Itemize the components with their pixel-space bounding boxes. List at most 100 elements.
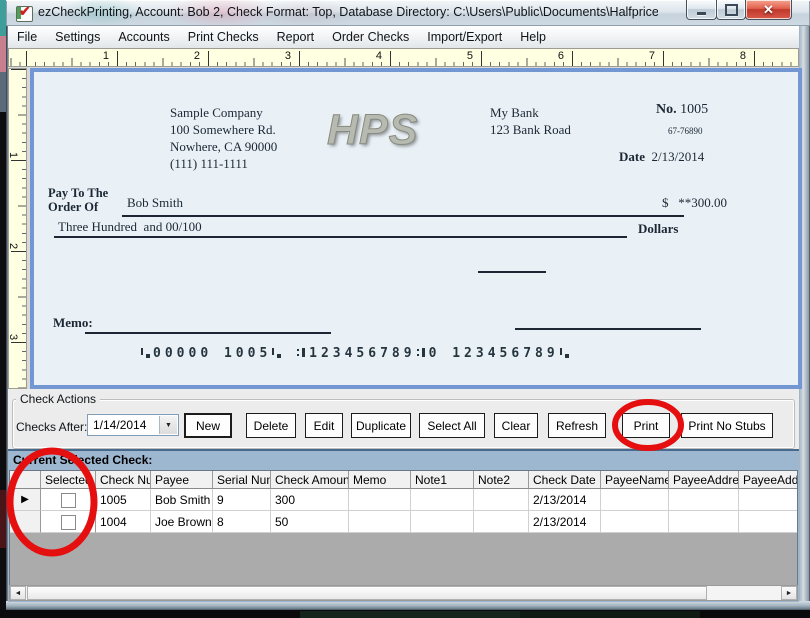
menu-order-checks[interactable]: Order Checks bbox=[323, 26, 418, 48]
maximize-button[interactable] bbox=[716, 0, 746, 20]
bank-block: My Bank 123 Bank Road bbox=[490, 104, 571, 138]
print-no-stubs-button[interactable]: Print No Stubs bbox=[681, 413, 773, 438]
ruler-number: 5 bbox=[459, 50, 473, 62]
checks-after-combobox[interactable]: 1/14/2014 ▼ bbox=[87, 414, 179, 436]
col-check-amount[interactable]: Check Amount bbox=[271, 471, 349, 489]
refresh-button[interactable]: Refresh bbox=[548, 413, 606, 438]
desktop-wallpaper-patch bbox=[520, 611, 700, 618]
menu-bar: File Settings Accounts Print Checks Repo… bbox=[8, 26, 799, 49]
col-memo[interactable]: Memo bbox=[349, 471, 411, 489]
scroll-left-button[interactable]: ◄ bbox=[10, 586, 26, 600]
cell-note1 bbox=[411, 489, 474, 511]
duplicate-button[interactable]: Duplicate bbox=[351, 413, 411, 438]
cell-note2 bbox=[474, 511, 529, 533]
cell-check-date: 2/13/2014 bbox=[529, 489, 601, 511]
check-number-block: No. 1005 bbox=[656, 101, 708, 118]
horizontal-ruler: 1 2 3 4 5 6 7 8 bbox=[8, 48, 799, 67]
cell-memo bbox=[349, 489, 411, 511]
table-row[interactable]: 1004 Joe Brown 8 50 2/13/2014 bbox=[10, 511, 798, 533]
row-selector[interactable] bbox=[10, 511, 41, 533]
ruler-number: 2 bbox=[7, 243, 19, 249]
scroll-right-button[interactable]: ► bbox=[781, 586, 797, 600]
edit-button[interactable]: Edit bbox=[305, 413, 343, 438]
desktop-wallpaper-patch bbox=[300, 611, 520, 618]
row-selector[interactable]: ▶ bbox=[10, 489, 41, 511]
cell-payee: Joe Brown bbox=[151, 511, 213, 533]
pay-to-label: Pay To The Order Of bbox=[48, 186, 108, 214]
combo-dropdown-button[interactable]: ▼ bbox=[159, 416, 177, 434]
cell-payee-name bbox=[601, 511, 669, 533]
cell-check-number: 1004 bbox=[96, 511, 151, 533]
stub-line bbox=[478, 271, 546, 273]
minimize-button[interactable] bbox=[686, 0, 717, 20]
delete-button[interactable]: Delete bbox=[246, 413, 296, 438]
menu-help[interactable]: Help bbox=[511, 26, 555, 48]
table-row[interactable]: ▶ 1005 Bob Smith 9 300 2/13/2014 bbox=[10, 489, 798, 511]
chevron-down-icon: ▼ bbox=[165, 422, 172, 429]
grid-header-row: Selected Check Nu Payee Serial Num Check… bbox=[10, 471, 798, 489]
close-icon: ✕ bbox=[763, 1, 774, 18]
ruler-number: 8 bbox=[732, 50, 746, 62]
col-payee-addre1[interactable]: PayeeAddre bbox=[669, 471, 739, 489]
col-selected[interactable]: Selected bbox=[41, 471, 96, 489]
cell-amount: 300 bbox=[271, 489, 349, 511]
dollars-label: Dollars bbox=[638, 220, 678, 237]
amount-value: **300.00 bbox=[678, 195, 727, 210]
menu-print-checks[interactable]: Print Checks bbox=[179, 26, 268, 48]
close-button[interactable]: ✕ bbox=[745, 0, 792, 20]
scrollbar-thumb[interactable] bbox=[27, 586, 707, 600]
menu-report[interactable]: Report bbox=[268, 26, 324, 48]
cell-check-number: 1005 bbox=[96, 489, 151, 511]
cell-payee: Bob Smith bbox=[151, 489, 213, 511]
col-note1[interactable]: Note1 bbox=[411, 471, 474, 489]
horizontal-scrollbar[interactable]: ◄ ► bbox=[9, 585, 798, 601]
selected-check-title: Current Selected Check: bbox=[13, 453, 152, 467]
checks-after-label: Checks After: bbox=[16, 420, 87, 434]
bank-address: 123 Bank Road bbox=[490, 121, 571, 138]
ruler-number: 3 bbox=[277, 50, 291, 62]
vertical-ruler: 1 2 3 bbox=[8, 68, 27, 389]
scroll-left-icon: ◄ bbox=[15, 590, 22, 597]
cell-payee-addre2 bbox=[739, 511, 798, 533]
window-frame bbox=[6, 601, 810, 610]
company-city: Nowhere, CA 90000 bbox=[170, 138, 277, 155]
amount-words-line bbox=[54, 236, 627, 238]
checks-after-value: 1/14/2014 bbox=[93, 418, 146, 432]
dollar-sign: $ bbox=[662, 195, 669, 210]
select-all-button[interactable]: Select All bbox=[419, 413, 485, 438]
bank-fraction: 67-76890 bbox=[668, 123, 703, 140]
company-name: Sample Company bbox=[170, 104, 277, 121]
check-number-label: No. bbox=[656, 102, 677, 117]
col-check-date[interactable]: Check Date bbox=[529, 471, 601, 489]
ruler-number: 2 bbox=[186, 50, 200, 62]
menu-import-export[interactable]: Import/Export bbox=[418, 26, 511, 48]
selected-cell bbox=[41, 511, 96, 533]
cell-note2 bbox=[474, 489, 529, 511]
ruler-number: 6 bbox=[550, 50, 564, 62]
menu-settings[interactable]: Settings bbox=[46, 26, 109, 48]
col-payee-addre2[interactable]: PayeeAddre bbox=[739, 471, 798, 489]
menu-file[interactable]: File bbox=[8, 26, 46, 48]
menu-accounts[interactable]: Accounts bbox=[109, 26, 178, 48]
row-checkbox[interactable] bbox=[61, 493, 76, 508]
clear-button[interactable]: Clear bbox=[494, 413, 538, 438]
ruler-number: 3 bbox=[7, 334, 19, 340]
cell-payee-addre2 bbox=[739, 489, 798, 511]
col-note2[interactable]: Note2 bbox=[474, 471, 529, 489]
amount-numeric: $ **300.00 bbox=[662, 194, 727, 211]
col-check-number[interactable]: Check Nu bbox=[96, 471, 151, 489]
col-payee[interactable]: Payee bbox=[151, 471, 213, 489]
print-button[interactable]: Print bbox=[622, 413, 670, 438]
date-block: Date 2/13/2014 bbox=[619, 148, 704, 165]
col-payee-name[interactable]: PayeeName bbox=[601, 471, 669, 489]
amount-words: Three Hundred and 00/100 bbox=[58, 218, 202, 235]
checks-grid: Selected Check Nu Payee Serial Num Check… bbox=[9, 470, 798, 585]
ruler-number: 7 bbox=[641, 50, 655, 62]
cell-payee-addre1 bbox=[669, 511, 739, 533]
app-icon bbox=[16, 6, 33, 22]
row-checkbox[interactable] bbox=[61, 515, 76, 530]
cell-check-date: 2/13/2014 bbox=[529, 511, 601, 533]
new-button[interactable]: New bbox=[184, 413, 232, 438]
col-serial-num[interactable]: Serial Num bbox=[213, 471, 271, 489]
memo-label: Memo: bbox=[53, 314, 93, 331]
